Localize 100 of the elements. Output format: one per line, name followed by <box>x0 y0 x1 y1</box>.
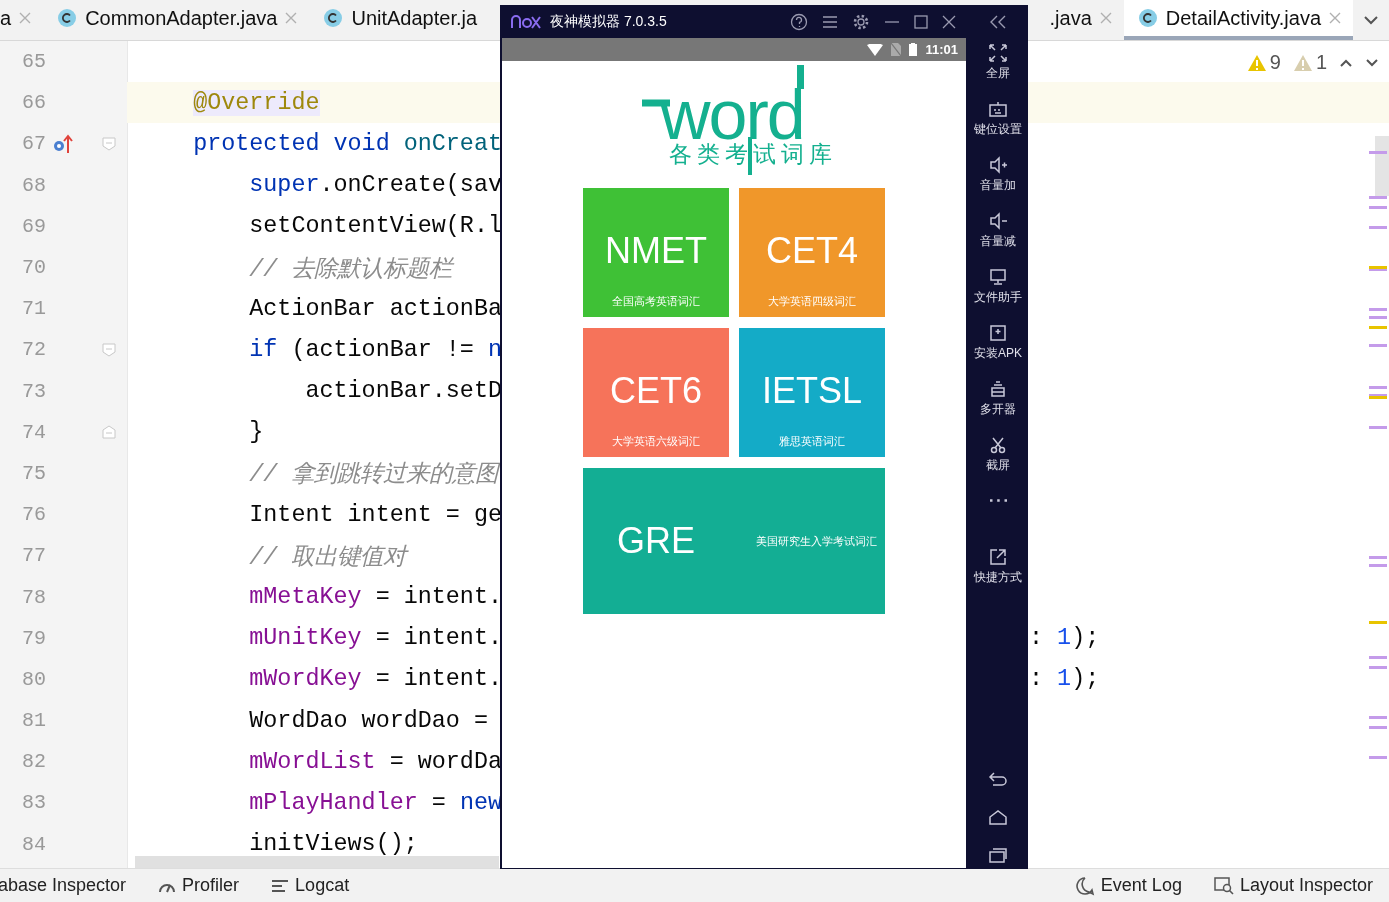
lines-icon <box>271 878 290 893</box>
code-line: mUnitKey = intent. <box>248 625 502 652</box>
warning-icon <box>1246 53 1267 72</box>
line-number: 83 <box>21 791 46 815</box>
line-number: 75 <box>21 461 46 485</box>
back-icon[interactable] <box>988 771 1008 787</box>
code-line: ActionBar actionBa <box>248 295 502 322</box>
line-number: 82 <box>21 750 46 774</box>
collapse-icon[interactable] <box>990 15 1006 29</box>
window-title: 夜神模拟器 7.0.3.5 <box>550 12 667 31</box>
help-icon[interactable] <box>790 12 808 31</box>
line-number: 80 <box>21 667 46 691</box>
line-number: 81 <box>21 709 46 733</box>
file-tab[interactable]: .java <box>1035 0 1124 40</box>
sidebar-tool[interactable]: 全屏 <box>986 43 1010 99</box>
more-icon <box>989 499 1007 502</box>
code-line: } <box>248 419 264 446</box>
tool-window-button[interactable]: Logcat <box>271 875 350 896</box>
line-number: 69 <box>21 214 46 238</box>
sidebar-tool[interactable]: 安装APK <box>974 323 1022 379</box>
tile-subtitle: 大学英语六级词汇 <box>612 434 700 449</box>
shortcut-icon <box>988 547 1008 567</box>
line-number: 73 <box>21 379 46 403</box>
sidebar-tool[interactable]: 文件助手 <box>974 267 1022 323</box>
code-line: // 去除默认标题栏 <box>248 255 453 284</box>
line-number: 71 <box>21 297 46 321</box>
voldown-icon <box>988 211 1008 231</box>
tool-window-button[interactable]: Event Log <box>1074 875 1182 896</box>
sidebar-tool[interactable]: 键位设置 <box>974 99 1022 155</box>
line-number: 76 <box>21 503 46 527</box>
menu-icon[interactable] <box>822 14 838 29</box>
sidebar-tool[interactable]: 音量减 <box>980 211 1016 267</box>
tile-title: CET6 <box>610 370 702 412</box>
screenshot-icon <box>988 435 1008 455</box>
sidebar-tool[interactable]: 截屏 <box>986 435 1010 491</box>
warning-icon <box>1292 53 1313 72</box>
warning-count[interactable]: 1 <box>1292 51 1327 74</box>
line-number: 77 <box>21 544 46 568</box>
file-tab[interactable]: a <box>0 0 44 40</box>
line-number: 68 <box>21 173 46 197</box>
code-line: super.onCreate(sav <box>248 172 502 199</box>
line-number: 66 <box>21 91 46 115</box>
minimize-icon[interactable] <box>884 20 900 23</box>
code-line: WordDao wordDao = <box>248 707 489 734</box>
warning-count[interactable]: 9 <box>1246 51 1281 74</box>
line-number: 72 <box>21 338 46 362</box>
code-line: // 取出键值对 <box>248 543 407 572</box>
file-tab[interactable]: UnitAdapter.ja <box>309 0 490 40</box>
line-number: 79 <box>21 626 46 650</box>
tile-subtitle: 雅思英语词汇 <box>779 434 845 449</box>
sidebar-tool[interactable]: 快捷方式 <box>974 547 1022 603</box>
code-line: setContentView(R.l <box>248 213 502 240</box>
line-number: 74 <box>21 420 46 444</box>
code-line: initViews(); <box>248 831 418 858</box>
recent-apps-icon[interactable] <box>988 847 1008 863</box>
line-number: 70 <box>21 256 46 280</box>
file-tab[interactable]: DetailActivity.java <box>1123 0 1353 40</box>
line-number: 78 <box>21 585 46 609</box>
tile-subtitle: 全国高考英语词汇 <box>612 294 700 309</box>
tool-window-button[interactable]: Layout Inspector <box>1213 875 1373 896</box>
override-icon[interactable] <box>52 132 74 155</box>
code-line: actionBar.setD <box>304 378 502 405</box>
tile-title: CET4 <box>766 230 858 272</box>
maximize-icon[interactable] <box>914 14 928 29</box>
class-icon <box>323 8 344 28</box>
settings-icon[interactable] <box>852 12 870 31</box>
code-line: if (actionBar != n <box>248 336 502 363</box>
line-number: 65 <box>21 50 46 74</box>
magnifier-window-icon <box>1213 876 1234 895</box>
tile-subtitle: 美国研究生入学考试词汇 <box>756 533 877 549</box>
tool-window-button[interactable]: Profiler <box>158 875 240 896</box>
code-line: : 1); <box>1029 666 1100 693</box>
apk-icon <box>988 323 1008 343</box>
line-number: 84 <box>21 832 46 856</box>
class-icon <box>57 8 78 28</box>
scrollbar[interactable] <box>135 856 499 868</box>
app-logo-icon <box>510 14 542 29</box>
sidebar-tool[interactable]: 多开器 <box>980 379 1016 435</box>
status-time: 11:01 <box>925 42 958 57</box>
close-icon[interactable] <box>942 14 956 29</box>
keymap-icon <box>988 99 1008 119</box>
home-icon[interactable] <box>988 809 1008 825</box>
wifi-icon <box>867 43 884 56</box>
code-line: : 1); <box>1029 625 1100 652</box>
code-line: // 拿到跳转过来的意图 <box>248 460 499 490</box>
volup-icon <box>988 155 1008 175</box>
code-line: protected void onCreat <box>192 130 502 157</box>
line-number: 67 <box>21 132 46 156</box>
code-line: mWordKey = intent. <box>248 666 502 693</box>
sidebar-tool[interactable]: 音量加 <box>980 155 1016 211</box>
file-tab[interactable]: CommonAdapter.java <box>43 0 310 40</box>
tile-title: NMET <box>605 230 707 272</box>
code-line: mWordList = wordDa <box>248 748 502 775</box>
files-icon <box>988 267 1008 287</box>
tile-title: GRE <box>617 520 695 562</box>
code-line: Intent intent = ge <box>248 501 502 528</box>
multi-icon <box>988 379 1008 399</box>
fullscreen-icon <box>988 43 1008 63</box>
no-sim-icon <box>891 43 902 56</box>
code-line: mMetaKey = intent. <box>248 584 502 611</box>
